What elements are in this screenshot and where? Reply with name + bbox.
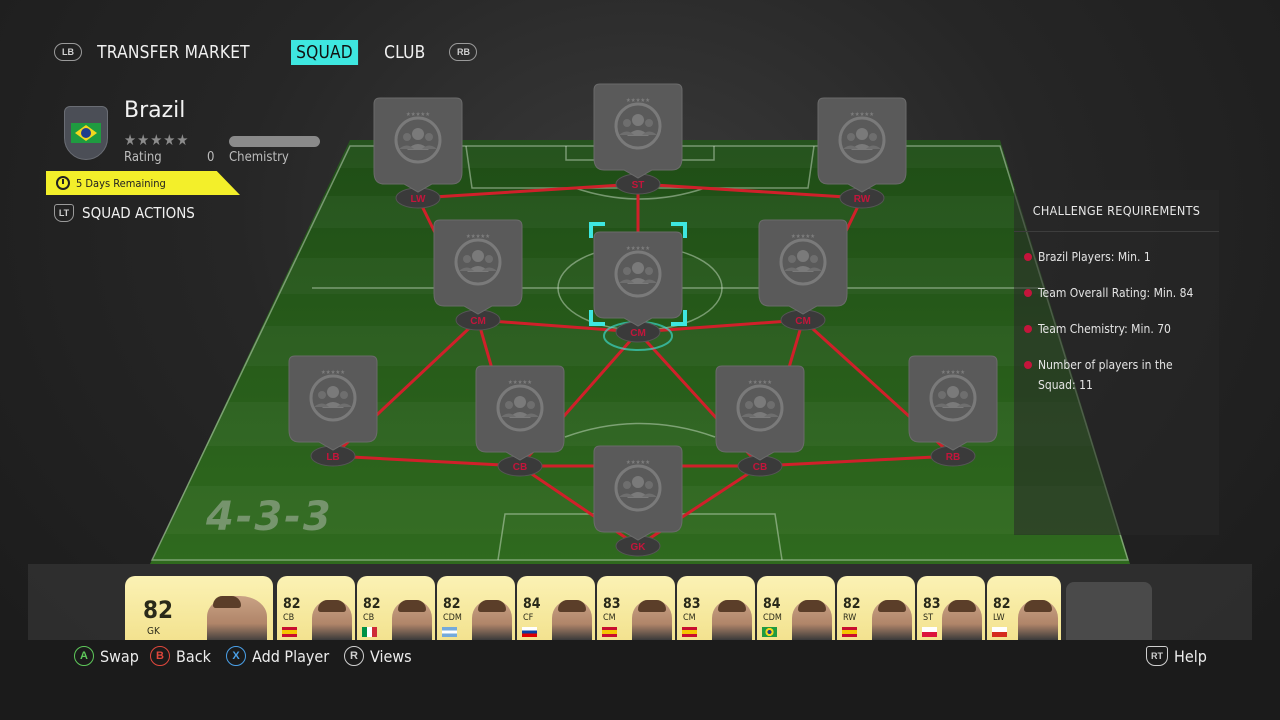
position-label: CM: [630, 328, 646, 339]
position-label: CB: [513, 462, 527, 473]
add-player-label: Add Player: [252, 646, 330, 666]
requirement-item: Number of players in the Squad: 11: [1024, 355, 1213, 395]
bench-player-rating: 82: [363, 596, 381, 612]
bench-player-card[interactable]: 83 ST: [917, 576, 985, 640]
nation-flag-icon: [682, 627, 697, 637]
bench-player-rating: 84: [763, 596, 781, 612]
formation-label: 4-3-3: [206, 494, 333, 540]
b-button-icon: B: [150, 646, 170, 666]
bench-player-card[interactable]: 82 GK: [125, 576, 273, 640]
bench-player-card[interactable]: 82 LW: [987, 576, 1061, 640]
position-label: LB: [326, 452, 339, 463]
bench-player-position: CF: [523, 613, 534, 623]
bench-player-card[interactable]: 83 CM: [597, 576, 675, 640]
position-label: ST: [632, 180, 645, 191]
player-face-icon: [942, 600, 982, 640]
bench-player-rating: 84: [523, 596, 541, 612]
bench-player-rating: 83: [603, 596, 621, 612]
player-face-icon: [872, 600, 912, 640]
bench-player-card[interactable]: 82 CB: [357, 576, 435, 640]
bench-player-position: CM: [683, 613, 696, 623]
nation-flag-icon: [362, 627, 377, 637]
player-face-icon: [472, 600, 512, 640]
bench-player-rating: 82: [283, 596, 301, 612]
position-label: LW: [411, 194, 427, 205]
bench-player-position: LW: [993, 613, 1005, 623]
bench-player-position: CM: [603, 613, 616, 623]
bench-player-card[interactable]: 84 CF: [517, 576, 595, 640]
bench-player-rating: 83: [923, 596, 941, 612]
help-button[interactable]: RT Help: [1146, 646, 1207, 666]
swap-label: Swap: [100, 646, 139, 666]
bench-player-card[interactable]: 84 CDM: [757, 576, 835, 640]
a-button-icon: A: [74, 646, 94, 666]
requirement-item: Team Chemistry: Min. 70: [1024, 319, 1213, 339]
bench-player-card[interactable]: 83 CM: [677, 576, 755, 640]
bench-player-rating: 82: [143, 596, 174, 624]
bench-player-rating: 83: [683, 596, 701, 612]
nation-flag-icon: [442, 627, 457, 637]
player-face-icon: [1018, 600, 1058, 640]
bench-player-position: CDM: [443, 613, 462, 623]
requirement-item: Team Overall Rating: Min. 84: [1024, 283, 1213, 303]
nation-flag-icon: [762, 627, 777, 637]
nation-flag-icon: [842, 627, 857, 637]
player-face-icon: [207, 596, 267, 640]
bench-player-position: CB: [363, 613, 375, 623]
bench-player-card[interactable]: 82 CDM: [437, 576, 515, 640]
views-button[interactable]: R Views: [344, 646, 412, 666]
bench-player-position: ST: [923, 613, 934, 623]
views-label: Views: [370, 646, 412, 666]
bench-player-position: RW: [843, 613, 857, 623]
bench-player-card[interactable]: 82 CB: [277, 576, 355, 640]
challenge-requirements-panel: CHALLENGE REQUIREMENTS Brazil Players: M…: [1014, 190, 1219, 535]
bench-player-rating: 82: [843, 596, 861, 612]
help-label: Help: [1174, 646, 1207, 666]
bench-player-rating: 82: [443, 596, 461, 612]
nation-flag-icon: [922, 627, 937, 637]
bench-player-position: GK: [147, 626, 160, 637]
position-label: CB: [753, 462, 767, 473]
back-label: Back: [176, 646, 211, 666]
nation-flag-icon: [282, 627, 297, 637]
player-face-icon: [552, 600, 592, 640]
player-face-icon: [632, 600, 672, 640]
player-slot-cm[interactable]: CM★★★★★: [589, 222, 687, 351]
nation-flag-icon: [602, 627, 617, 637]
bench-player-position: CDM: [763, 613, 782, 623]
add-player-button[interactable]: X Add Player: [226, 646, 329, 666]
position-label: CM: [470, 316, 486, 327]
rt-button-icon: RT: [1146, 646, 1168, 666]
player-face-icon: [312, 600, 352, 640]
nation-flag-icon: [992, 627, 1007, 637]
swap-button[interactable]: A Swap: [74, 646, 139, 666]
position-label: CM: [795, 316, 811, 327]
bench-player-card[interactable]: 82 RW: [837, 576, 915, 640]
bench-player-rating: 82: [993, 596, 1011, 612]
requirement-item: Brazil Players: Min. 1: [1024, 247, 1213, 267]
requirements-title: CHALLENGE REQUIREMENTS: [1014, 190, 1219, 232]
position-label: RW: [854, 194, 871, 205]
position-label: GK: [631, 542, 647, 553]
bench-player-position: CB: [283, 613, 295, 623]
back-button[interactable]: B Back: [150, 646, 211, 666]
x-button-icon: X: [226, 646, 246, 666]
empty-bench-slot[interactable]: [1066, 582, 1152, 640]
right-stick-icon: R: [344, 646, 364, 666]
player-face-icon: [712, 600, 752, 640]
position-label: RB: [946, 452, 960, 463]
player-face-icon: [792, 600, 832, 640]
nation-flag-icon: [522, 627, 537, 637]
player-face-icon: [392, 600, 432, 640]
